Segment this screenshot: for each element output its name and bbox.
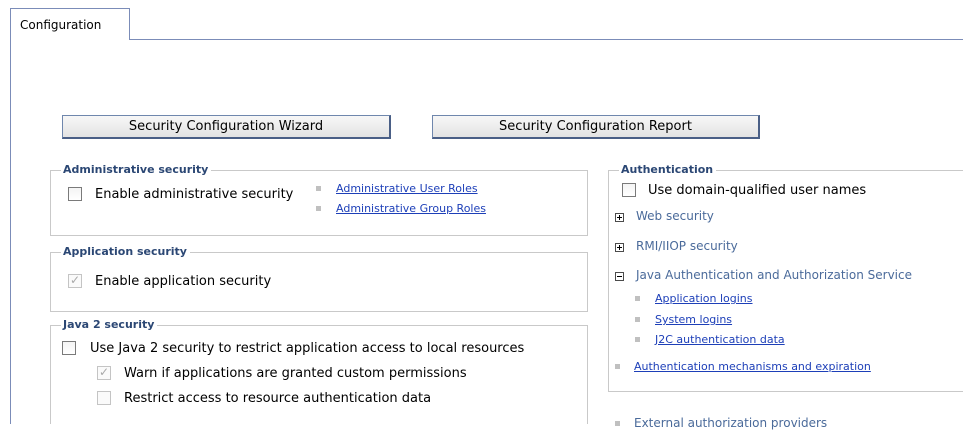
warn-custom-permissions-checkbox[interactable]: ✓: [97, 365, 111, 380]
enable-application-security-label: Enable application security: [95, 274, 272, 289]
use-domain-qualified-names-label: Use domain-qualified user names: [648, 183, 867, 198]
use-java2-security-checkbox[interactable]: [62, 341, 76, 355]
tab-configuration[interactable]: Configuration: [10, 8, 130, 40]
authentication-mechanisms-link[interactable]: Authentication mechanisms and expiration: [634, 360, 871, 373]
administrative-security-legend: Administrative security: [61, 164, 212, 176]
application-logins-link[interactable]: Application logins: [655, 292, 753, 305]
system-logins-link[interactable]: System logins: [655, 313, 732, 326]
checkmark-icon: ✓: [70, 273, 81, 287]
restrict-resource-auth-checkbox[interactable]: [97, 391, 111, 405]
web-security-link[interactable]: Web security: [636, 209, 714, 223]
checkmark-icon: ✓: [99, 365, 110, 379]
enable-application-security-checkbox[interactable]: ✓: [68, 273, 82, 288]
bullet-icon: [316, 206, 321, 211]
administrative-group-roles-link[interactable]: Administrative Group Roles: [336, 202, 486, 215]
enable-administrative-security-checkbox[interactable]: [68, 187, 82, 201]
bullet-icon: [635, 296, 640, 301]
administrative-security-group: [50, 170, 588, 236]
enable-administrative-security-label: Enable administrative security: [95, 187, 294, 202]
authentication-legend: Authentication: [619, 164, 717, 176]
java2-security-legend: Java 2 security: [61, 319, 158, 331]
use-domain-qualified-names-checkbox[interactable]: [622, 183, 636, 197]
security-configuration-wizard-button[interactable]: Security Configuration Wizard: [62, 115, 391, 139]
bullet-icon: [615, 364, 620, 369]
bullet-icon: [635, 317, 640, 322]
use-java2-security-label: Use Java 2 security to restrict applicat…: [90, 341, 525, 356]
tab-divider: [130, 39, 963, 40]
expand-plus-icon[interactable]: [615, 243, 624, 252]
warn-custom-permissions-label: Warn if applications are granted custom …: [124, 366, 467, 381]
external-authorization-providers-link[interactable]: External authorization providers: [634, 416, 827, 430]
rmi-iiop-security-link[interactable]: RMI/IIOP security: [636, 239, 738, 253]
bullet-icon: [635, 337, 640, 342]
jaas-link[interactable]: Java Authentication and Authorization Se…: [636, 268, 912, 282]
expand-plus-icon[interactable]: [615, 213, 624, 222]
security-configuration-report-button[interactable]: Security Configuration Report: [432, 115, 760, 139]
bullet-icon: [316, 186, 321, 191]
tab-body-border: [10, 39, 11, 424]
administrative-user-roles-link[interactable]: Administrative User Roles: [336, 182, 478, 195]
collapse-minus-icon[interactable]: [615, 272, 624, 281]
restrict-resource-auth-label: Restrict access to resource authenticati…: [124, 391, 432, 406]
j2c-authentication-data-link[interactable]: J2C authentication data: [655, 333, 785, 346]
application-security-legend: Application security: [61, 246, 190, 258]
